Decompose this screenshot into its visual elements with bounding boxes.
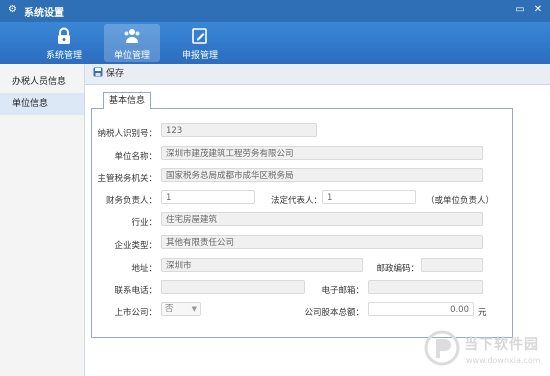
- watermark-brand: 当下软件园: [464, 337, 539, 353]
- users-icon: [124, 29, 140, 43]
- watermark: 当下软件园 www.downxia.com: [420, 328, 548, 374]
- legal-rep-label: 法定代表人：: [270, 196, 322, 206]
- postcode-label: 邮政编码：: [376, 264, 419, 274]
- toolbar-unit-management[interactable]: 单位管理: [104, 24, 160, 62]
- listed-select[interactable]: 否 ▼: [161, 302, 201, 316]
- capital-field[interactable]: 0.00: [368, 302, 474, 316]
- finance-head-field[interactable]: 1: [161, 190, 255, 204]
- lock-icon: [58, 27, 70, 44]
- window-title: 系统设置: [24, 8, 64, 19]
- save-label: 保存: [106, 69, 125, 79]
- toolbar-label: 申报管理: [181, 51, 218, 61]
- sidebar-item-tax-staff[interactable]: 办税人员信息: [0, 71, 84, 93]
- unit-name-label: 单位名称：: [114, 152, 157, 162]
- unit-name-field[interactable]: 深圳市建茂建筑工程劳务有限公司: [161, 146, 483, 160]
- legal-rep-field[interactable]: 1: [322, 190, 416, 204]
- toolbar-label: 单位管理: [113, 51, 150, 61]
- downxia-logo-icon: [424, 330, 460, 366]
- edit-doc-icon: [192, 28, 207, 44]
- address-label: 地址：: [131, 264, 157, 274]
- sidebar: 办税人员信息 单位信息: [0, 64, 85, 376]
- legal-rep-note: （或单位负责人）: [426, 196, 495, 206]
- close-icon[interactable]: ✕: [532, 4, 544, 16]
- floppy-icon: [93, 67, 103, 77]
- title-bar: ⚙ 系统设置 ▭ ✕: [0, 0, 550, 22]
- company-type-field[interactable]: 其他有限责任公司: [161, 235, 483, 249]
- tax-authority-field[interactable]: 国家税务总局成都市成华区税务局: [161, 168, 483, 182]
- company-type-label: 企业类型：: [114, 241, 157, 251]
- tax-authority-label: 主管税务机关：: [97, 174, 157, 184]
- gear-icon: ⚙: [8, 4, 17, 15]
- taxpayer-id-label: 纳税人识别号：: [97, 129, 157, 139]
- industry-field[interactable]: 住宅房屋建筑: [161, 212, 483, 226]
- chevron-down-icon: ▼: [191, 305, 197, 313]
- save-button[interactable]: 保存: [93, 67, 124, 81]
- email-label: 电子邮箱：: [321, 286, 364, 296]
- capital-unit: 元: [478, 308, 487, 318]
- phone-field[interactable]: [161, 280, 305, 294]
- toolbar-system-management[interactable]: 系统管理: [36, 24, 92, 62]
- toolbar-declaration-management[interactable]: 申报管理: [172, 24, 228, 62]
- listed-value: 否: [165, 304, 174, 314]
- sidebar-item-unit-info[interactable]: 单位信息: [0, 93, 84, 115]
- postcode-field[interactable]: [421, 258, 483, 272]
- listed-label: 上市公司：: [114, 308, 157, 318]
- toolbar-label: 系统管理: [45, 51, 82, 61]
- finance-head-label: 财务负责人：: [105, 196, 157, 206]
- tab-basic-info[interactable]: 基本信息: [103, 92, 151, 109]
- industry-label: 行业：: [131, 218, 157, 228]
- restore-icon[interactable]: ▭: [514, 4, 526, 16]
- capital-label: 公司股本总额：: [304, 308, 364, 318]
- email-field[interactable]: [368, 280, 483, 294]
- phone-label: 联系电话：: [114, 286, 157, 296]
- taxpayer-id-field[interactable]: 123: [161, 123, 317, 137]
- main-toolbar: 系统管理 单位管理 申报管理: [0, 22, 550, 64]
- watermark-url: www.downxia.com: [466, 356, 541, 365]
- address-field[interactable]: 深圳市: [161, 258, 363, 272]
- action-bar: 保存: [85, 64, 550, 85]
